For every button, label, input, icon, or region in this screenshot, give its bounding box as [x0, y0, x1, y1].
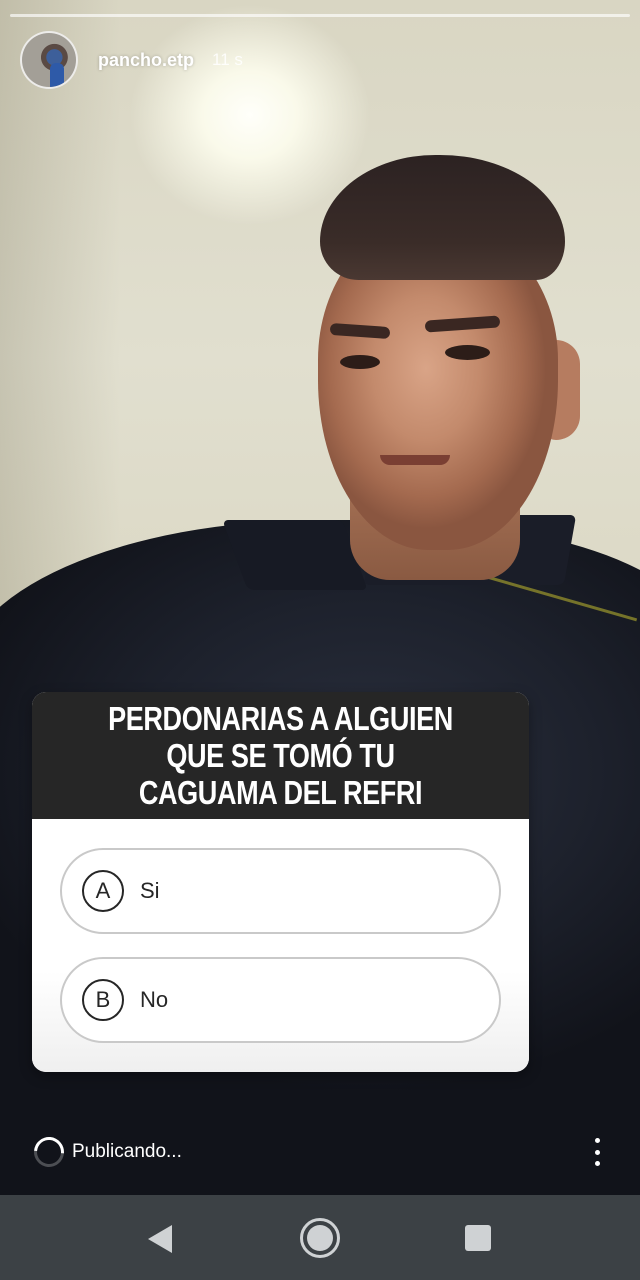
story-progress-bar [10, 14, 630, 17]
recents-square-icon[interactable] [465, 1225, 491, 1251]
photo-eye-right [445, 345, 490, 360]
publishing-status: Publicando... [27, 1130, 182, 1174]
option-letter-b-icon: B [82, 979, 124, 1021]
photo-mouth [380, 455, 450, 465]
photo-collar-left [222, 520, 368, 590]
publishing-text: Publicando... [72, 1141, 182, 1162]
username[interactable]: pancho.etp [98, 50, 194, 71]
loading-spinner-icon [27, 1130, 71, 1174]
option-text-b: No [140, 987, 169, 1012]
back-triangle-icon[interactable] [148, 1225, 172, 1253]
android-nav-bar [0, 1195, 640, 1280]
quiz-question: PERDONARIAS A ALGUIEN QUE SE TOMÓ TU CAG… [108, 700, 453, 811]
more-vertical-icon[interactable] [588, 1136, 606, 1168]
quiz-header: PERDONARIAS A ALGUIEN QUE SE TOMÓ TU CAG… [32, 692, 529, 819]
quiz-option-b[interactable]: B No [60, 957, 501, 1043]
photo-hair [320, 155, 565, 280]
story-time: 11 s [212, 50, 243, 69]
quiz-option-a[interactable]: A Si [60, 848, 501, 934]
home-circle-icon[interactable] [300, 1218, 340, 1258]
option-text-a: Si [140, 878, 160, 903]
story-header[interactable]: pancho.etp 11 s [20, 30, 243, 90]
photo-eye-left [340, 355, 380, 369]
quiz-sticker: PERDONARIAS A ALGUIEN QUE SE TOMÓ TU CAG… [32, 692, 529, 1072]
option-letter-a-icon: A [82, 870, 124, 912]
user-avatar[interactable] [20, 31, 78, 89]
quiz-options: A Si B No [32, 819, 529, 1072]
